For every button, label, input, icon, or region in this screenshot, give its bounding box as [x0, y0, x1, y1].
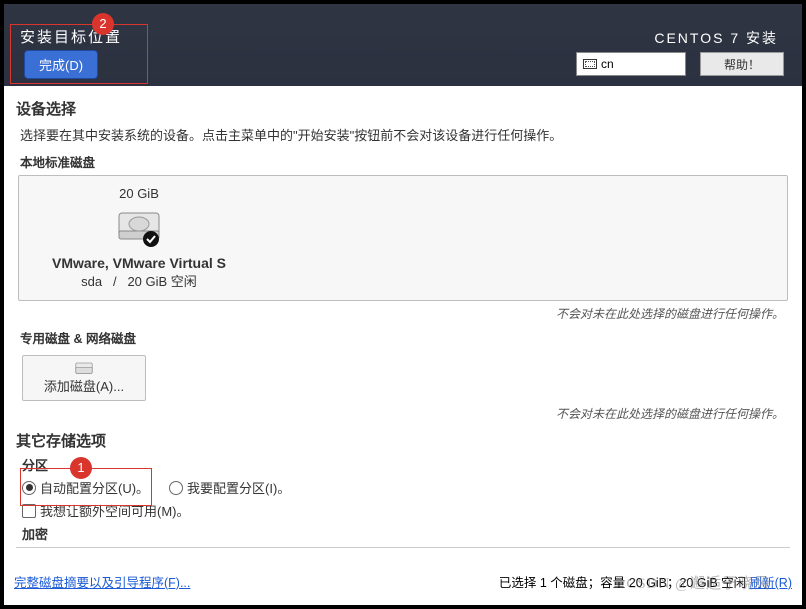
refresh-link[interactable]: 刷新(R)	[750, 576, 792, 590]
add-disk-button[interactable]: 添加磁盘(A)...	[22, 355, 146, 401]
local-disks-panel: 20 GiB VMware, VMware Virtual S sda / 20…	[18, 175, 788, 301]
radio-icon	[169, 481, 183, 495]
local-disks-heading: 本地标准磁盘	[20, 152, 786, 171]
annotation-badge-1: 1	[70, 457, 92, 479]
device-select-subtitle: 选择要在其中安装系统的设备。点击主菜单中的"开始安装"按钮前不会对该设备进行任何…	[20, 125, 786, 144]
special-disk-note: 不会对未在此处选择的磁盘进行任何操作。	[16, 405, 784, 422]
keyboard-icon	[583, 59, 597, 69]
keyboard-layout-selector[interactable]: cn	[576, 52, 686, 76]
hard-drive-icon	[115, 207, 163, 249]
separator	[16, 547, 790, 548]
encrypt-heading: 加密	[22, 524, 790, 543]
footer-bar: 完整磁盘摘要以及引导程序(F)... 已选择 1 个磁盘；容量 20 GiB；2…	[14, 572, 792, 591]
footer-status: 已选择 1 个磁盘；容量 20 GiB；20 GiB 空闲 刷新(R)	[499, 572, 792, 591]
special-disks-heading: 专用磁盘 & 网络磁盘	[20, 328, 786, 347]
product-title: CENTOS 7 安装	[654, 28, 778, 48]
add-disk-icon	[75, 362, 93, 376]
disk-summary-link[interactable]: 完整磁盘摘要以及引导程序(F)...	[14, 572, 190, 591]
help-button[interactable]: 帮助！	[700, 52, 784, 76]
device-select-title: 设备选择	[16, 98, 790, 119]
keyboard-layout-label: cn	[601, 57, 614, 71]
disk-name: VMware, VMware Virtual S	[29, 255, 249, 271]
disk-meta: sda / 20 GiB 空闲	[29, 271, 249, 290]
disk-size: 20 GiB	[29, 186, 249, 201]
annotation-box-2	[10, 24, 148, 84]
local-disk-note: 不会对未在此处选择的磁盘进行任何操作。	[16, 305, 784, 322]
add-disk-label: 添加磁盘(A)...	[44, 376, 124, 395]
annotation-badge-2: 2	[92, 13, 114, 35]
disk-item[interactable]: 20 GiB VMware, VMware Virtual S sda / 20…	[29, 182, 249, 294]
radio-manual-partition[interactable]: 我要配置分区(I)。	[169, 478, 290, 497]
storage-options-title: 其它存储选项	[16, 430, 790, 451]
